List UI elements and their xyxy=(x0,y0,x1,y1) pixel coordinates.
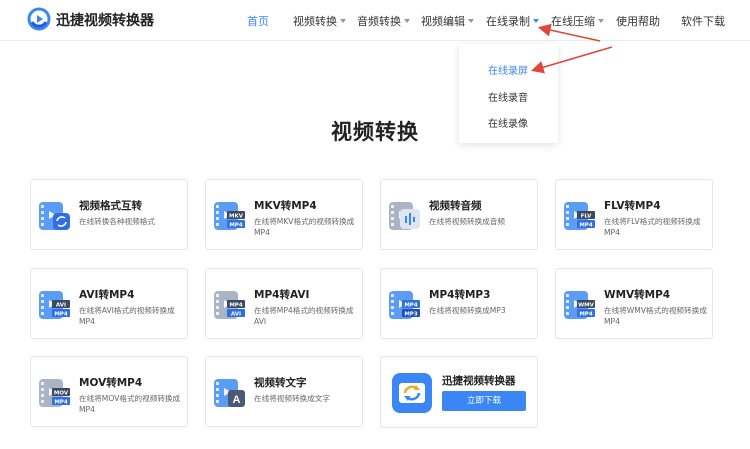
svg-text:MP4: MP4 xyxy=(229,223,243,229)
svg-text:MKV: MKV xyxy=(229,214,244,220)
tool-card[interactable]: 视频转音频在线将视频转换成音频 xyxy=(380,179,538,250)
nav-online-compress[interactable]: 在线压缩 xyxy=(551,13,604,29)
video-to-audio-icon xyxy=(388,199,422,233)
tool-card-description: 在线转换各种视频格式 xyxy=(79,217,155,226)
chevron-down-icon xyxy=(533,19,539,23)
tool-card-description: 在线将视频转换成文字 xyxy=(254,394,330,403)
tool-card-title: WMV转MP4 xyxy=(604,289,671,301)
svg-text:MP4: MP4 xyxy=(229,303,243,309)
chevron-down-icon xyxy=(340,19,346,23)
tool-card-title: MOV转MP4 xyxy=(79,377,143,389)
nav-video-edit[interactable]: 视频编辑 xyxy=(421,13,474,29)
nav-online-record[interactable]: 在线录制 xyxy=(486,13,539,29)
nav-video-convert[interactable]: 视频转换 xyxy=(293,13,346,29)
wmv-to-mp4-icon: WMV MP4 xyxy=(563,288,597,322)
tool-card-description: 在线将视频转换成音频 xyxy=(429,217,505,226)
svg-text:MP3: MP3 xyxy=(404,312,418,318)
svg-text:MP4: MP4 xyxy=(579,312,593,318)
tool-card-description: 在线将视频转换成MP3 xyxy=(429,306,506,315)
nav-home[interactable]: 首页 xyxy=(247,13,269,29)
menu-item-audio-record[interactable]: 在线录音 xyxy=(488,89,528,104)
tool-card[interactable]: MOV MP4 MOV转MP4 在线将MOV格式的视频转换成MP4 xyxy=(30,356,188,427)
mov-to-mp4-icon: MOV MP4 xyxy=(38,376,72,410)
app-logo-icon xyxy=(392,373,432,413)
tool-card-title: 视频转音频 xyxy=(429,200,482,212)
tool-card-description: 在线将MOV格式的视频转换成MP4 xyxy=(79,394,181,414)
tool-card[interactable]: A 视频转文字在线将视频转换成文字 xyxy=(205,356,363,427)
tool-card-title: MP4转AVI xyxy=(254,289,310,301)
brand-logo-icon[interactable] xyxy=(27,7,51,31)
mp4-to-mp3-icon: MP4 MP3 xyxy=(388,288,422,322)
chevron-down-icon xyxy=(468,19,474,23)
tool-card-title: MP4转MP3 xyxy=(429,289,491,301)
flv-to-mp4-icon: FLV MP4 xyxy=(563,199,597,233)
tool-card[interactable]: 视频格式互转在线转换各种视频格式 xyxy=(30,179,188,250)
svg-text:MP4: MP4 xyxy=(404,303,418,309)
nav-download[interactable]: 软件下载 xyxy=(681,13,725,29)
tool-card-description: 在线将WMV格式的视频转换成MP4 xyxy=(604,306,707,326)
svg-text:MP4: MP4 xyxy=(579,223,593,229)
promo-title: 迅捷视频转换器 xyxy=(442,375,516,387)
brand-name[interactable]: 迅捷视频转换器 xyxy=(56,10,154,30)
tool-card-title: MKV转MP4 xyxy=(254,200,317,212)
tool-card-title: 视频转文字 xyxy=(254,377,307,389)
nav-help[interactable]: 使用帮助 xyxy=(616,13,660,29)
page-title: 视频转换 xyxy=(331,120,419,144)
chevron-down-icon xyxy=(598,19,604,23)
nav-audio-convert[interactable]: 音频转换 xyxy=(357,13,410,29)
tool-card-title: 视频格式互转 xyxy=(79,200,142,212)
svg-text:MP4: MP4 xyxy=(54,400,68,406)
tool-card[interactable]: MKV MP4 MKV转MP4 在线将MKV格式的视频转换成MP4 xyxy=(205,179,363,250)
avi-to-mp4-icon: AVI MP4 xyxy=(38,288,72,322)
svg-text:FLV: FLV xyxy=(581,214,593,220)
tool-card-description: 在线将MP4格式的视频转换成AVI xyxy=(254,306,354,326)
tool-card-title: FLV转MP4 xyxy=(604,200,661,212)
svg-text:AVI: AVI xyxy=(56,303,66,309)
video-to-text-icon: A xyxy=(213,376,247,410)
svg-text:MP4: MP4 xyxy=(54,312,68,318)
video-convert-icon xyxy=(38,199,72,233)
tool-card-title: AVI转MP4 xyxy=(79,289,135,301)
download-now-button[interactable]: 立即下载 xyxy=(442,391,526,411)
svg-text:A: A xyxy=(233,394,241,406)
svg-text:MOV: MOV xyxy=(54,391,69,397)
tool-card[interactable]: FLV MP4 FLV转MP4 在线将FLV格式的视频转换成MP4 xyxy=(555,179,713,250)
top-nav-bar: 迅捷视频转换器 首页 视频转换 音频转换 视频编辑 在线录制 在线压缩 使用帮助… xyxy=(0,0,750,41)
mp4-to-avi-icon: MP4 AVI xyxy=(213,288,247,322)
tool-card[interactable]: AVI MP4 AVI转MP4 在线将AVI格式的视频转换成MP4 xyxy=(30,268,188,339)
tool-card-description: 在线将AVI格式的视频转换成MP4 xyxy=(79,306,175,326)
svg-text:AVI: AVI xyxy=(231,312,241,318)
chevron-down-icon xyxy=(404,19,410,23)
mkv-to-mp4-icon: MKV MP4 xyxy=(213,199,247,233)
tool-card[interactable]: MP4 AVI MP4转AVI 在线将MP4格式的视频转换成AVI xyxy=(205,268,363,339)
menu-item-screen-record[interactable]: 在线录屏 xyxy=(488,62,528,77)
tool-card-description: 在线将MKV格式的视频转换成MP4 xyxy=(254,217,355,237)
tool-card[interactable]: MP4 MP3 MP4转MP3 在线将视频转换成MP3 xyxy=(380,268,538,339)
tool-card-description: 在线将FLV格式的视频转换成MP4 xyxy=(604,217,701,237)
promo-card: 迅捷视频转换器 立即下载 xyxy=(380,356,538,428)
svg-text:WMV: WMV xyxy=(578,303,595,309)
tool-card[interactable]: WMV MP4 WMV转MP4 在线将WMV格式的视频转换成MP4 xyxy=(555,268,713,339)
